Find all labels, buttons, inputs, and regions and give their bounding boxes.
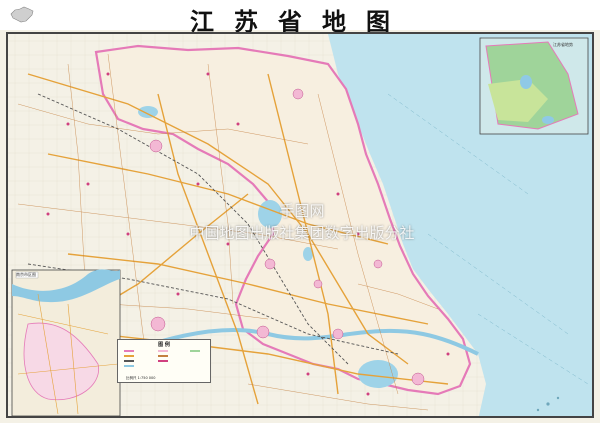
legend-swatch-city — [158, 350, 168, 352]
map-legend: 图 例 比例尺 1:750 000 — [117, 339, 211, 383]
map-sheet: 江苏省地图 手图网 中国地图出版社集团数字出版分社 江苏省地势 南京市区图 图 … — [0, 0, 600, 423]
legend-swatch-border — [124, 350, 134, 352]
legend-scale: 比例尺 1:750 000 — [126, 376, 156, 380]
inset-bottom-left-label: 南京市区图 — [16, 272, 36, 277]
legend-swatch-minor-road — [158, 355, 168, 357]
legend-swatch-green — [190, 350, 200, 352]
map-frame: 手图网 中国地图出版社集团数字出版分社 江苏省地势 南京市区图 — [6, 32, 594, 418]
inset-top-right — [479, 37, 589, 135]
watermark-line-1: 手图网 — [279, 202, 325, 220]
legend-swatch-road — [124, 355, 134, 357]
watermark-line-2: 中国地图出版社集团数字出版分社 — [189, 224, 415, 242]
weishan-lake — [138, 106, 158, 118]
legend-swatch-rail — [124, 360, 134, 362]
legend-swatch-water — [124, 365, 134, 367]
legend-title: 图 例 — [158, 342, 170, 348]
inset-bottom-left — [11, 269, 121, 416]
inset-top-right-label: 江苏省地势 — [553, 42, 573, 47]
title-bar: 江苏省地图 — [0, 0, 600, 36]
legend-swatch-town — [158, 360, 168, 362]
